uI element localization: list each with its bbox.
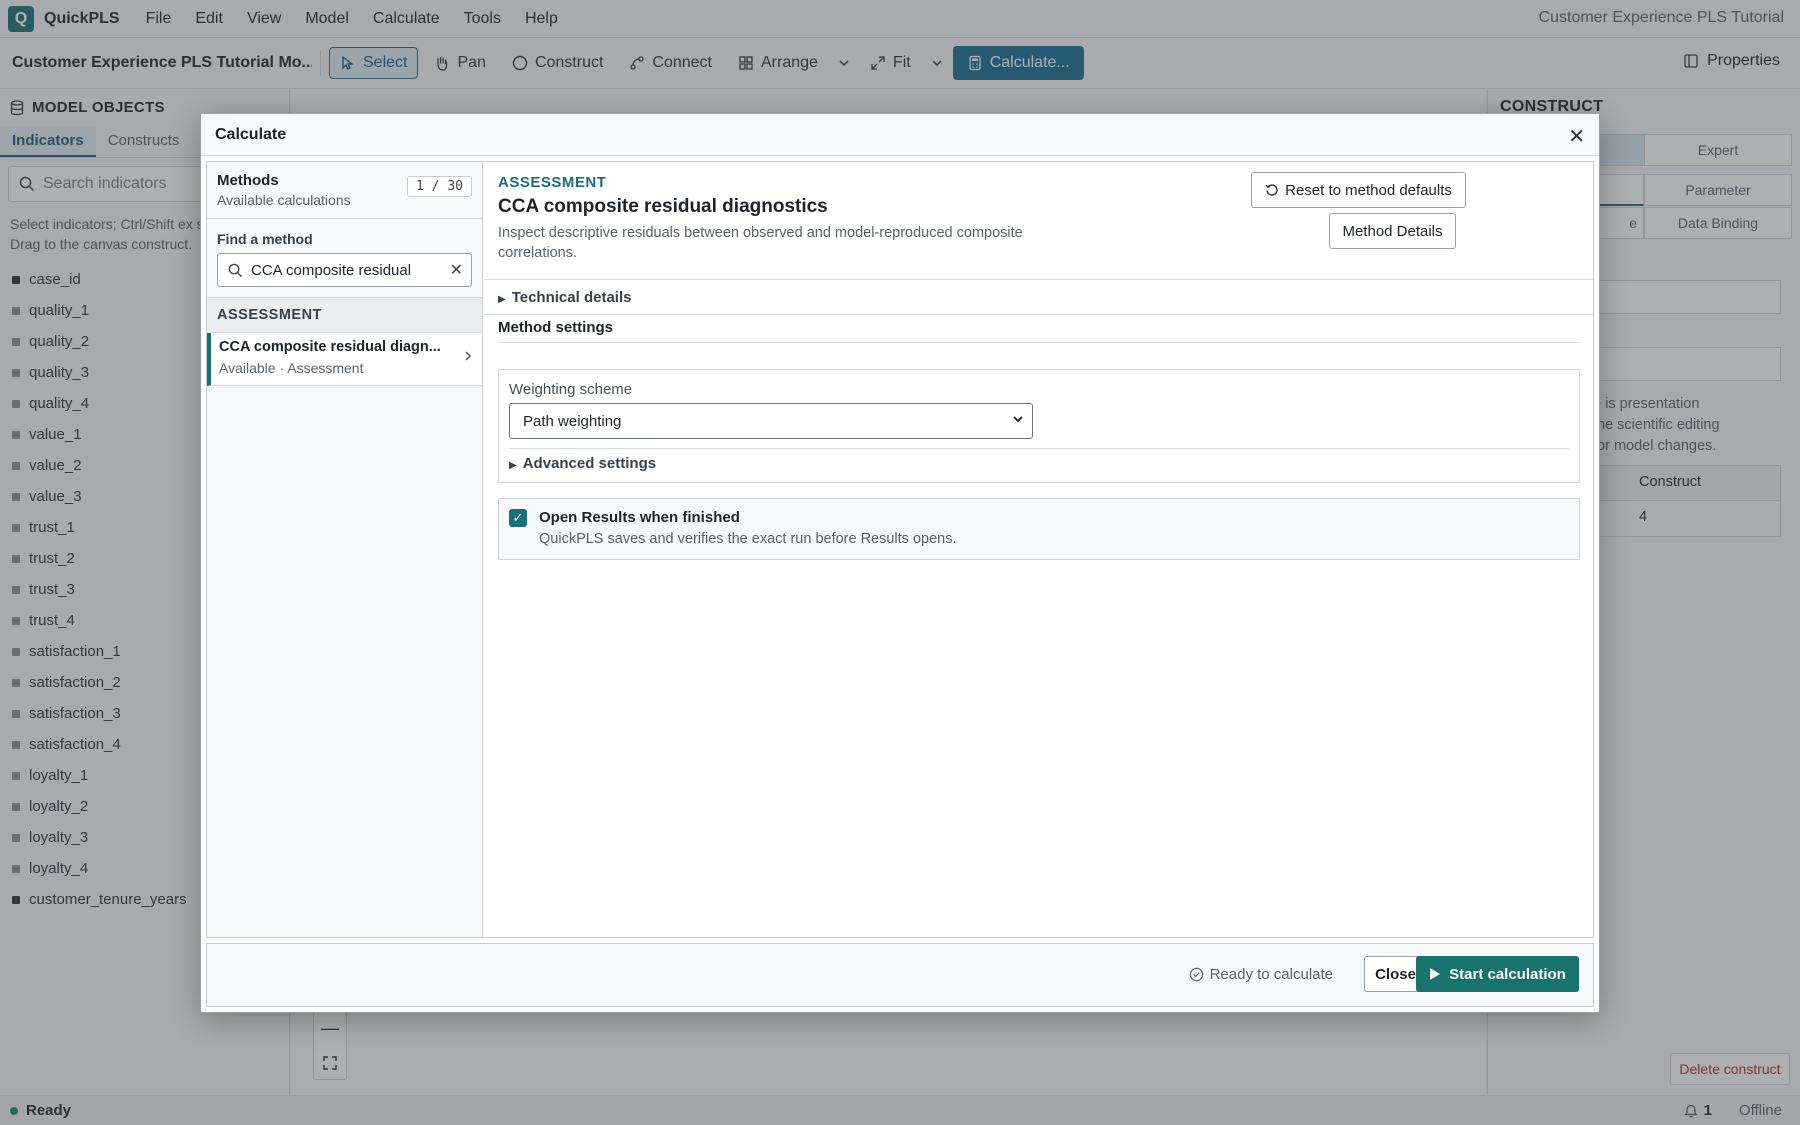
calculate-dialog: Calculate ✕ Methods Available calculatio…: [200, 113, 1600, 1013]
dialog-title: Calculate: [215, 125, 287, 143]
open-results-option: ✓ Open Results when finished QuickPLS sa…: [498, 498, 1580, 560]
method-details-button[interactable]: Method Details: [1329, 213, 1456, 249]
settings-box: Weighting scheme Path weighting ▶ Advance…: [498, 369, 1580, 483]
detail-description: Inspect descriptive residuals between ob…: [498, 225, 1023, 261]
open-results-label: Open Results when finished: [539, 509, 740, 526]
reset-label: Reset to method defaults: [1285, 181, 1452, 199]
triangle-right-icon: ▶: [509, 460, 517, 471]
technical-details-label: Technical details: [511, 289, 632, 306]
weighting-scheme-select[interactable]: Path weighting: [509, 403, 1033, 439]
detail-category: ASSESSMENT: [498, 174, 607, 191]
dialog-body: Methods Available calculations 1 / 30 Fi…: [206, 161, 1594, 938]
clear-search-icon[interactable]: ✕: [450, 260, 463, 280]
method-detail: ASSESSMENT CCA composite residual diagno…: [484, 162, 1593, 937]
method-list-item[interactable]: CCA composite residual diagn... Availabl…: [207, 333, 482, 386]
open-results-checkbox[interactable]: ✓: [509, 509, 527, 527]
method-item-subtitle: Available · Assessment: [219, 360, 364, 376]
check-circle-icon: [1189, 967, 1203, 982]
find-method-label: Find a method: [217, 231, 313, 247]
method-item-title: CCA composite residual diagn...: [219, 339, 441, 355]
weighting-label: Weighting scheme: [509, 381, 633, 398]
search-icon: [228, 263, 243, 277]
weighting-value: Path weighting: [523, 412, 622, 430]
advanced-settings-toggle[interactable]: ▶ Advanced settings: [509, 448, 1569, 472]
start-label: Start calculation: [1449, 965, 1566, 983]
method-search-value: CCA composite residual: [251, 261, 412, 279]
triangle-right-icon: ▶: [498, 294, 506, 305]
method-settings-heading: Method settings: [498, 319, 1580, 343]
technical-details-toggle[interactable]: ▶ Technical details: [484, 279, 1593, 315]
method-category-header: ASSESSMENT: [207, 297, 482, 333]
method-search-input[interactable]: CCA composite residual ✕: [217, 253, 472, 287]
open-results-hint: QuickPLS saves and verifies the exact ru…: [539, 531, 957, 547]
find-method-section: Find a method CCA composite residual ✕: [207, 218, 482, 297]
detail-title: CCA composite residual diagnostics: [498, 196, 828, 217]
dialog-titlebar: Calculate: [201, 114, 1599, 156]
chevron-down-icon: [1012, 412, 1024, 429]
methods-column: Methods Available calculations 1 / 30 Fi…: [207, 162, 483, 937]
method-count-badge: 1 / 30: [407, 176, 472, 197]
dialog-footer: Ready to calculate Close Start calculati…: [206, 943, 1594, 1007]
ready-status: Ready to calculate: [1189, 966, 1333, 983]
advanced-settings-label: Advanced settings: [522, 455, 657, 472]
play-icon: [1430, 968, 1441, 980]
ready-text: Ready to calculate: [1209, 966, 1333, 983]
start-calculation-button[interactable]: Start calculation: [1416, 956, 1579, 992]
close-icon[interactable]: ✕: [1568, 124, 1585, 149]
chevron-right-icon: [464, 349, 472, 365]
reset-icon: [1265, 184, 1278, 196]
reset-defaults-button[interactable]: Reset to method defaults: [1251, 172, 1466, 208]
